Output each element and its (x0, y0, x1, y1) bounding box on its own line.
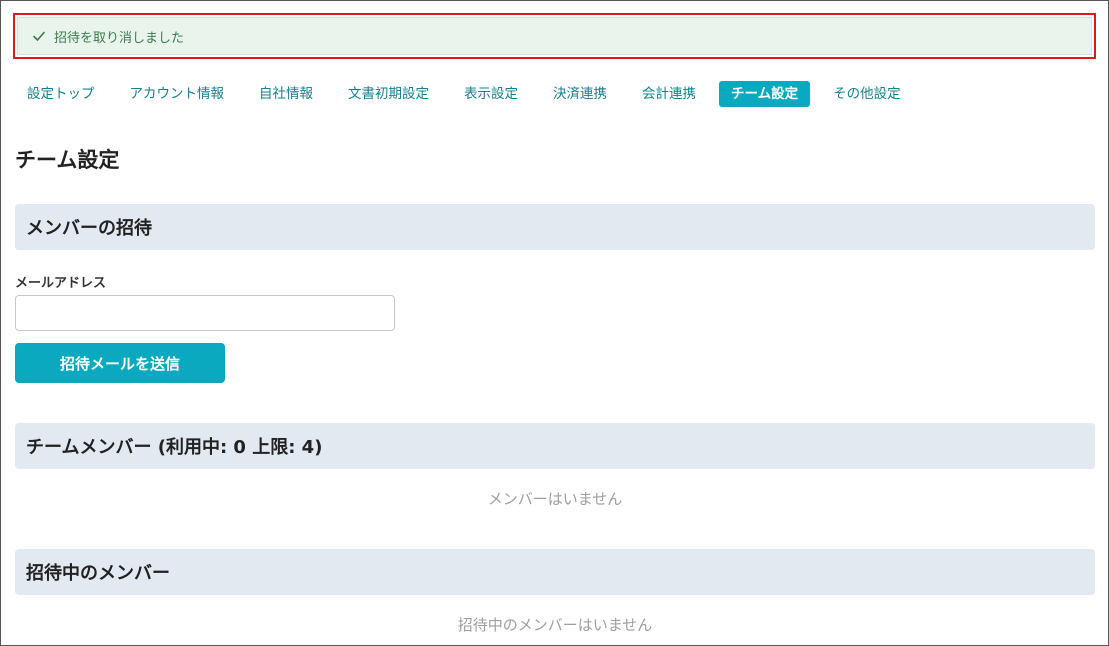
tab-document-defaults[interactable]: 文書初期設定 (336, 81, 441, 107)
settings-page: 招待を取り消しました 設定トップ アカウント情報 自社情報 文書初期設定 表示設… (0, 0, 1109, 646)
page-title: チーム設定 (15, 148, 120, 172)
tab-account-info[interactable]: アカウント情報 (118, 81, 237, 107)
flash-message: 招待を取り消しました (17, 17, 1092, 55)
members-section-header: チームメンバー (利用中: 0 上限: 4) (15, 423, 1095, 469)
flash-highlight: 招待を取り消しました (13, 13, 1096, 59)
check-icon (33, 31, 45, 41)
send-invite-button[interactable]: 招待メールを送信 (15, 343, 225, 383)
settings-tabs: 設定トップ アカウント情報 自社情報 文書初期設定 表示設定 決済連携 会計連携… (15, 80, 924, 108)
pending-section-header: 招待中のメンバー (15, 549, 1095, 595)
tab-other-settings[interactable]: その他設定 (821, 81, 913, 107)
email-field-label: メールアドレス (15, 276, 107, 291)
pending-empty-text: 招待中のメンバーはいません (457, 616, 653, 634)
tab-accounting-integration[interactable]: 会計連携 (630, 81, 708, 107)
tab-display-settings[interactable]: 表示設定 (452, 81, 530, 107)
invite-section-header: メンバーの招待 (15, 204, 1095, 250)
tab-team-settings[interactable]: チーム設定 (719, 81, 811, 107)
tab-payment-integration[interactable]: 決済連携 (541, 81, 619, 107)
members-empty-text: メンバーはいません (487, 490, 623, 508)
flash-text: 招待を取り消しました (54, 30, 185, 46)
email-field[interactable] (15, 295, 395, 331)
tab-company-info[interactable]: 自社情報 (247, 81, 325, 107)
tab-settings-top[interactable]: 設定トップ (15, 81, 107, 107)
